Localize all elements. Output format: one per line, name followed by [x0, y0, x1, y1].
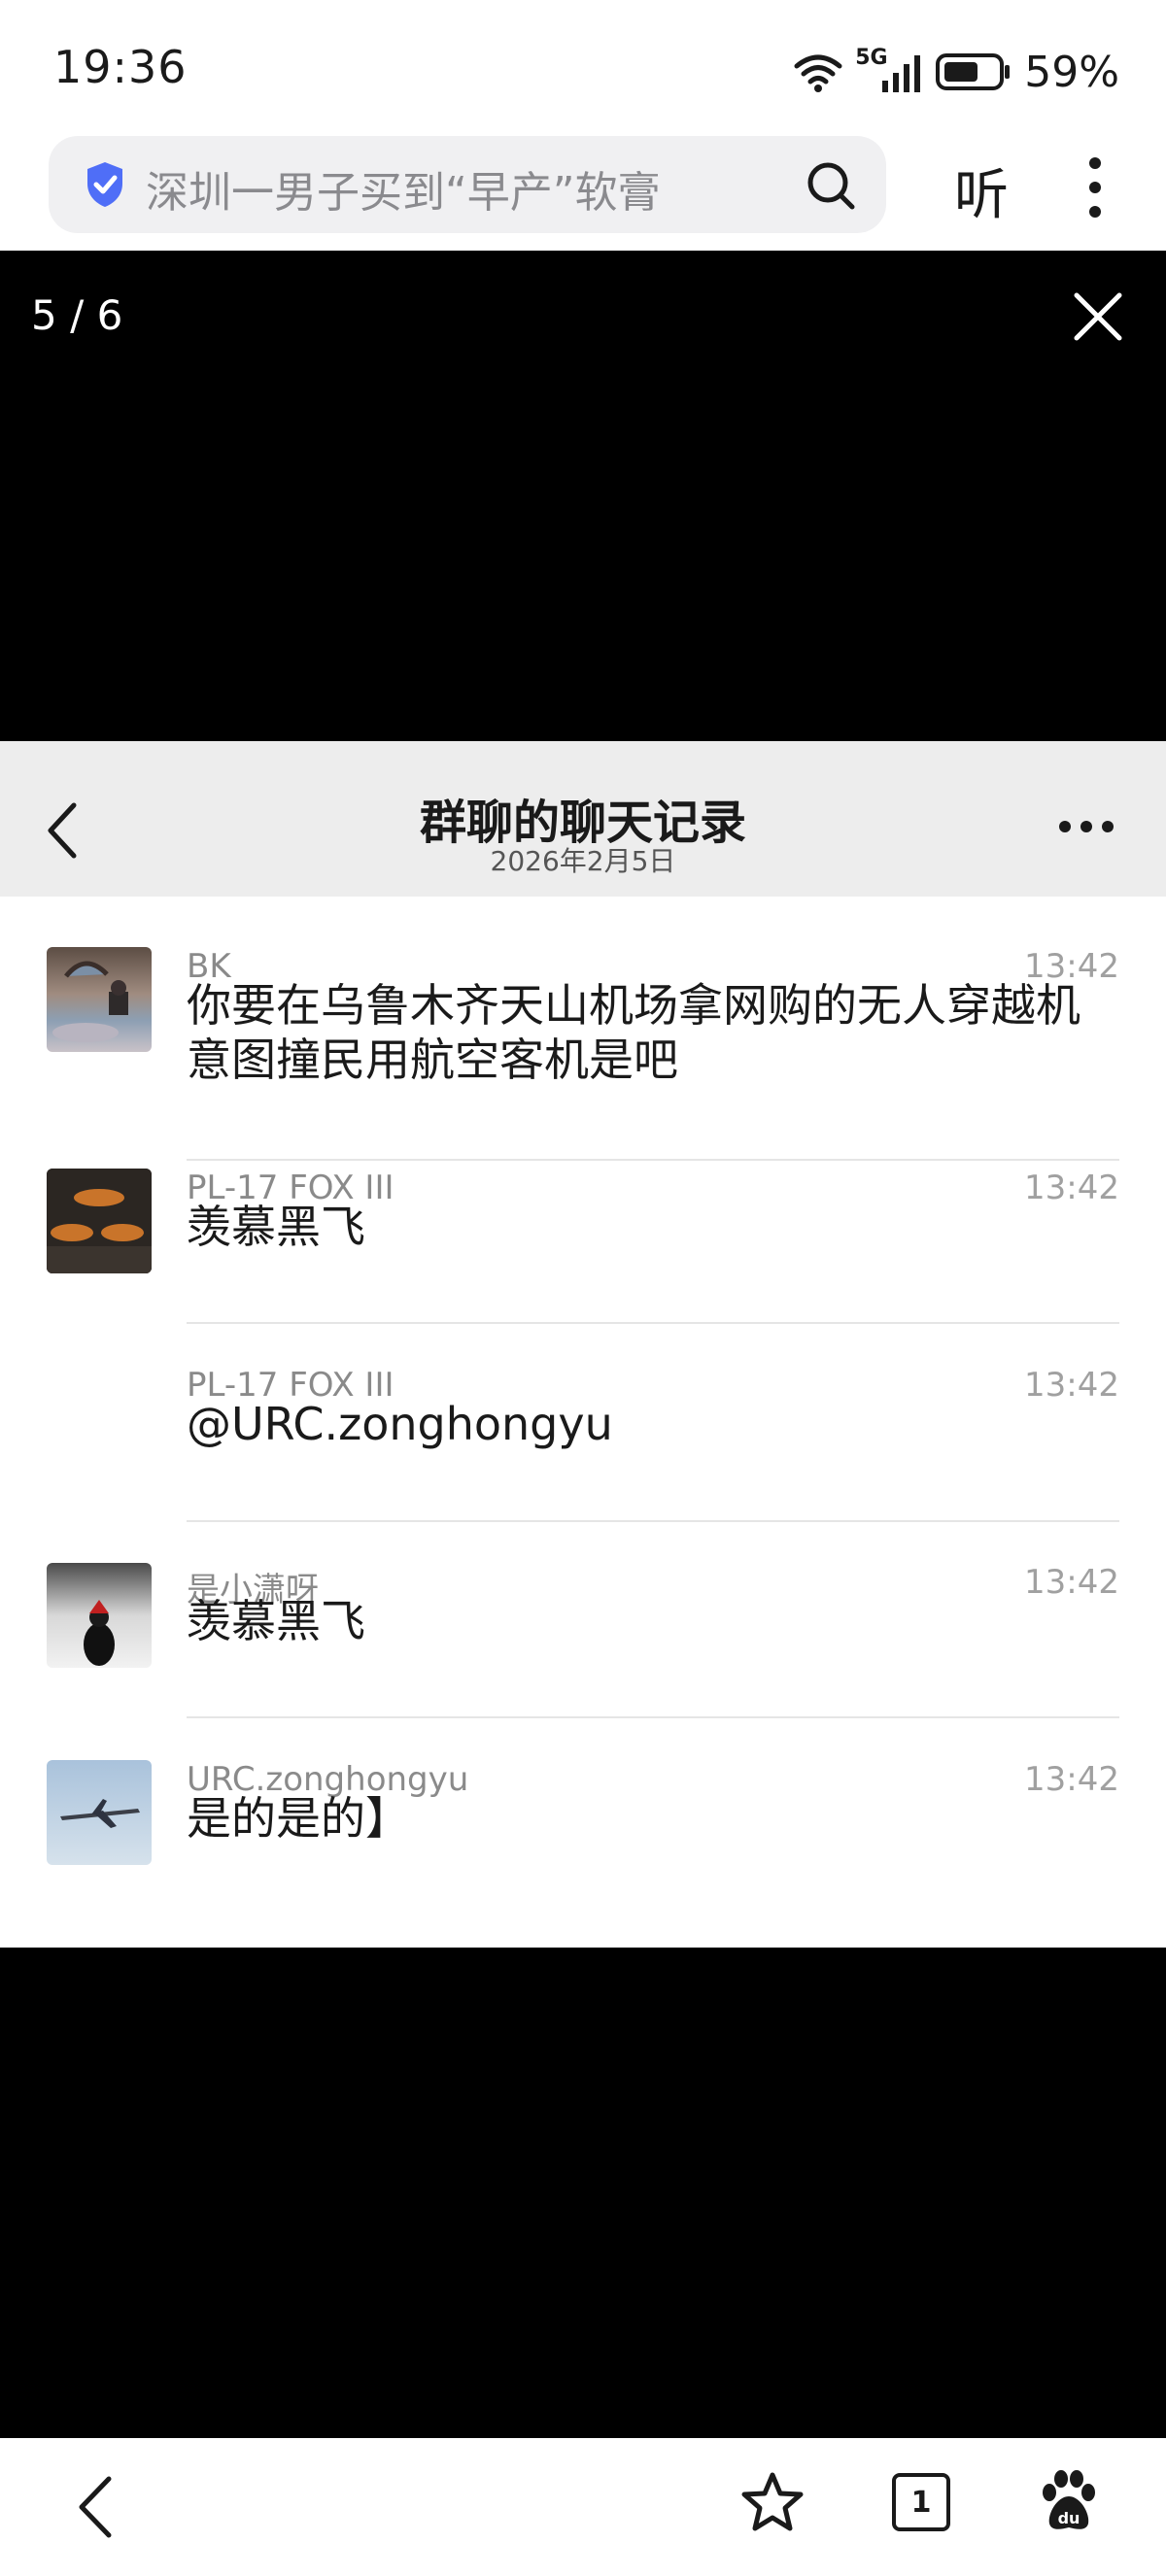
more-menu-icon[interactable] [1080, 155, 1110, 220]
battery-percent: 59% [1024, 47, 1119, 97]
chat-header: 群聊的聊天记录 2026年2月5日 [0, 741, 1166, 897]
message-text: 是的是的】 [187, 1792, 410, 1845]
divider [187, 1520, 1119, 1522]
wifi-icon [794, 54, 842, 92]
avatar [47, 1563, 152, 1668]
tab-count: 1 [892, 2473, 950, 2531]
status-bar: 19:36 5G 59% [0, 0, 1166, 148]
cellular-signal-icon: 5G [855, 46, 923, 96]
baidu-paw-icon[interactable]: du [1040, 2469, 1098, 2533]
search-bar[interactable]: 深圳一男子买到“早产”软膏 [49, 136, 886, 233]
divider [187, 1159, 1119, 1161]
status-icons: 5G 59% [793, 43, 1119, 101]
message-text: 羡慕黑飞 [187, 1201, 365, 1253]
search-query-text: 深圳一男子买到“早产”软膏 [146, 168, 661, 218]
more-horizontal-icon [1059, 821, 1114, 832]
bookmark-star-icon[interactable] [740, 2471, 805, 2533]
listen-button[interactable]: 听 [954, 152, 1009, 230]
message-text: @URC.zonghongyu [187, 1398, 613, 1450]
message-text: 你要在乌鲁木齐天山机场拿网购的无人穿越机意图撞民用航空客机是吧 [187, 979, 1080, 1086]
status-time: 19:36 [53, 41, 188, 93]
divider [187, 1322, 1119, 1324]
avatar [47, 947, 152, 1052]
shield-icon [87, 162, 122, 207]
chat-record-image: 群聊的聊天记录 2026年2月5日 BK 13:42 你要在乌鲁木齐天山机场拿网… [0, 741, 1166, 1948]
battery-icon [936, 53, 1011, 90]
image-viewer-bottom [0, 1948, 1166, 2438]
image-counter: 5 / 6 [31, 291, 123, 339]
tabs-button[interactable]: 1 [892, 2473, 950, 2531]
message-text: 羡慕黑飞 [187, 1595, 365, 1647]
search-icon[interactable] [805, 159, 857, 212]
close-icon[interactable] [1071, 289, 1125, 344]
browser-toolbar: 深圳一男子买到“早产”软膏 听 [0, 136, 1166, 251]
bottom-nav-bar: 1 du [0, 2438, 1166, 2576]
avatar [47, 1760, 152, 1865]
image-viewer-top: 5 / 6 [0, 251, 1166, 741]
avatar [47, 1169, 152, 1273]
svg-text:du: du [1058, 2509, 1080, 2527]
chat-date: 2026年2月5日 [490, 845, 676, 877]
divider [187, 1716, 1119, 1718]
back-icon[interactable] [74, 2475, 117, 2539]
